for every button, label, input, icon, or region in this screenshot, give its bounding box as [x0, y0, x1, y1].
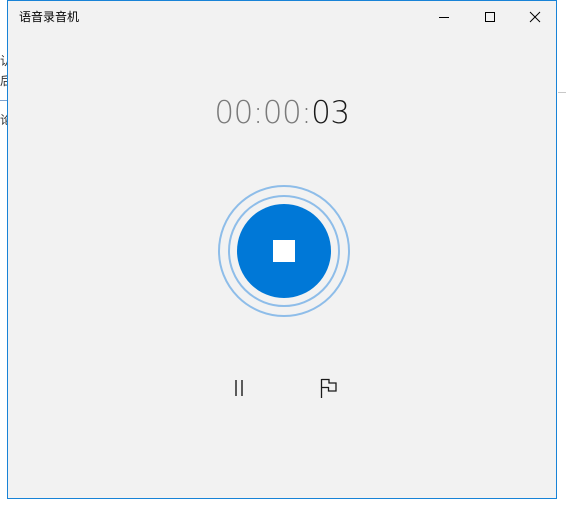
elapsed-time-prefix: 00:00:: [214, 95, 312, 131]
stop-icon: [273, 240, 295, 262]
close-button[interactable]: [512, 1, 558, 33]
maximize-button[interactable]: [467, 1, 513, 33]
background-divider: [558, 92, 566, 93]
elapsed-time-seconds: 03: [311, 95, 350, 131]
background-window-edge-right: [558, 0, 566, 508]
pause-button[interactable]: [219, 371, 259, 405]
maximize-icon: [485, 12, 495, 22]
voice-recorder-window: 语音录音机 00:00:03: [7, 0, 557, 499]
elapsed-time: 00:00:03: [8, 93, 556, 133]
minimize-button[interactable]: [421, 1, 467, 33]
pause-icon: [235, 380, 243, 396]
recording-indicator: [218, 185, 350, 317]
stop-recording-button[interactable]: [237, 204, 331, 298]
close-icon: [529, 11, 541, 23]
minimize-icon: [439, 17, 449, 18]
flag-icon: [320, 378, 337, 398]
title-bar[interactable]: 语音录音机: [8, 1, 556, 33]
add-marker-button[interactable]: [309, 371, 349, 405]
window-title: 语音录音机: [19, 10, 80, 24]
